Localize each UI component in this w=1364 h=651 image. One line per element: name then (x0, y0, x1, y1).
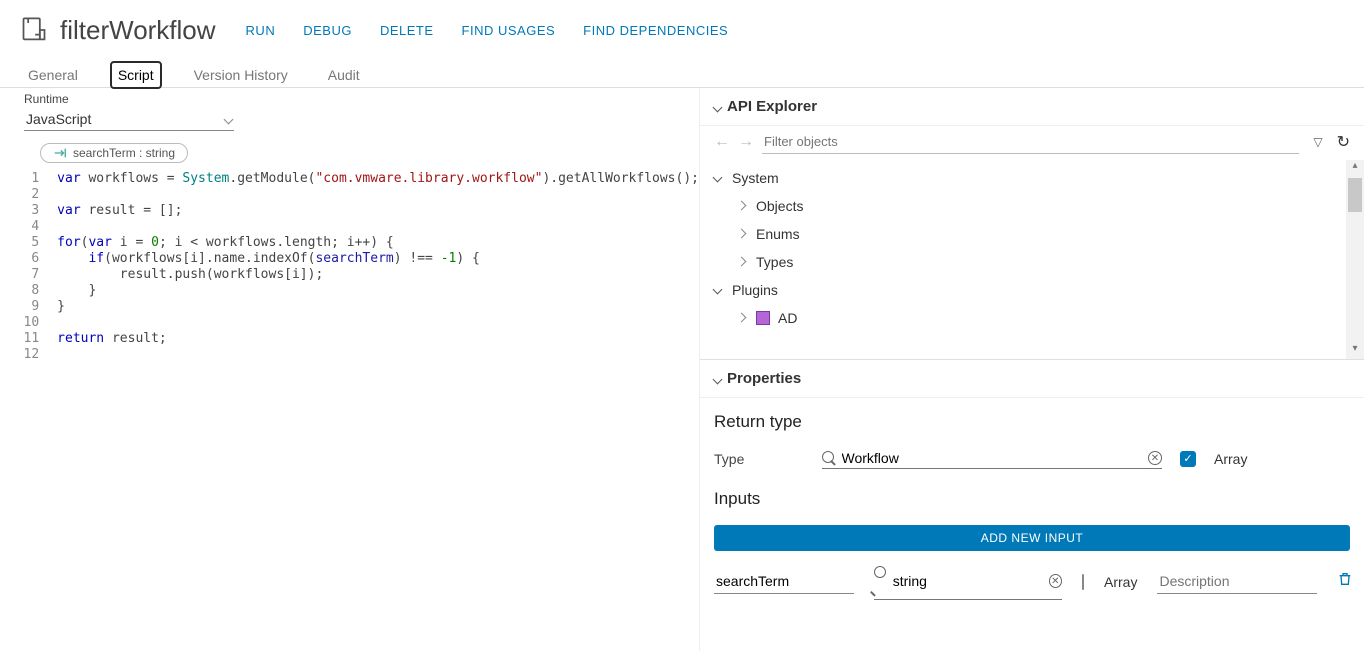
chevron-down-icon (714, 172, 724, 184)
tree-node-ad[interactable]: AD (738, 304, 1332, 332)
input-name-field[interactable] (714, 569, 854, 594)
chevron-down-icon (714, 370, 721, 387)
api-explorer-header[interactable]: API Explorer (700, 88, 1364, 126)
input-arrow-icon (53, 146, 67, 160)
api-tree: System Objects Enums Types Plugins AD (714, 164, 1332, 332)
delete-action[interactable]: DELETE (380, 23, 434, 38)
chevron-right-icon (738, 228, 748, 240)
properties-header[interactable]: Properties (700, 360, 1364, 398)
param-chip-searchterm[interactable]: searchTerm : string (40, 143, 188, 163)
nav-forward-icon: → (738, 133, 754, 151)
input-description-field[interactable] (1157, 569, 1317, 594)
find-usages-action[interactable]: FIND USAGES (462, 23, 556, 38)
action-bar: RUN DEBUG DELETE FIND USAGES FIND DEPEND… (246, 23, 729, 38)
plugin-icon (756, 311, 770, 325)
run-action[interactable]: RUN (246, 23, 276, 38)
chevron-right-icon (738, 200, 748, 212)
input-array-label: Array (1104, 574, 1137, 590)
return-type-field[interactable]: ✕ (822, 448, 1162, 469)
search-icon (874, 565, 887, 597)
scroll-thumb[interactable] (1348, 178, 1362, 212)
input-row: ✕ Array (700, 557, 1364, 606)
tab-general[interactable]: General (22, 63, 84, 87)
inputs-heading: Inputs (714, 489, 1350, 509)
line-gutter: 123456789101112 (0, 171, 51, 651)
chevron-right-icon (738, 312, 748, 324)
tree-node-enums[interactable]: Enums (738, 220, 1332, 248)
tab-audit[interactable]: Audit (322, 63, 366, 87)
runtime-select[interactable]: JavaScript (24, 108, 234, 131)
nav-back-icon: ← (714, 133, 730, 151)
input-type-field[interactable]: ✕ (874, 563, 1062, 600)
tab-version-history[interactable]: Version History (188, 63, 294, 87)
chevron-down-icon (714, 284, 724, 296)
input-array-checkbox[interactable] (1082, 574, 1084, 590)
tree-node-system[interactable]: System (714, 164, 1332, 192)
right-pane: API Explorer ← → ▽ ↻ System Objects Enum… (700, 88, 1364, 651)
return-type-input[interactable] (842, 450, 1143, 466)
param-chip-label: searchTerm : string (73, 146, 175, 160)
input-type-input[interactable] (893, 573, 1043, 589)
code-editor[interactable]: 123456789101112 var workflows = System.g… (0, 171, 699, 651)
runtime-label: Runtime (0, 88, 699, 106)
find-dependencies-action[interactable]: FIND DEPENDENCIES (583, 23, 728, 38)
scroll-down-icon[interactable]: ▾ (1346, 343, 1364, 359)
code-content[interactable]: var workflows = System.getModule("com.vm… (51, 171, 699, 651)
tree-node-plugins[interactable]: Plugins (714, 276, 1332, 304)
properties-title: Properties (727, 370, 801, 387)
type-label: Type (714, 451, 804, 467)
tabbar: General Script Version History Audit (0, 60, 1364, 88)
api-explorer-title: API Explorer (727, 98, 817, 115)
page-title: filterWorkflow (60, 15, 216, 46)
add-new-input-button[interactable]: ADD NEW INPUT (714, 525, 1350, 551)
clear-icon[interactable]: ✕ (1148, 451, 1162, 465)
return-array-checkbox[interactable] (1180, 451, 1196, 467)
debug-action[interactable]: DEBUG (303, 23, 352, 38)
filter-dropdown-icon[interactable]: ▽ (1313, 135, 1322, 149)
scrollbar[interactable]: ▴ ▾ (1346, 160, 1364, 359)
header: filterWorkflow RUN DEBUG DELETE FIND USA… (0, 0, 1364, 60)
chevron-down-icon (224, 114, 234, 124)
chevron-down-icon (714, 98, 721, 115)
search-icon (822, 450, 836, 466)
trash-icon[interactable] (1337, 571, 1353, 592)
chevron-right-icon (738, 256, 748, 268)
return-array-label: Array (1214, 451, 1247, 467)
scroll-up-icon[interactable]: ▴ (1346, 160, 1364, 176)
tree-node-types[interactable]: Types (738, 248, 1332, 276)
tab-script[interactable]: Script (112, 63, 160, 87)
tree-node-objects[interactable]: Objects (738, 192, 1332, 220)
runtime-value: JavaScript (26, 111, 91, 127)
return-type-heading: Return type (714, 412, 1350, 432)
refresh-icon[interactable]: ↻ (1337, 132, 1350, 152)
filter-objects-input[interactable] (762, 130, 1299, 154)
workflow-icon (20, 16, 48, 44)
clear-icon[interactable]: ✕ (1049, 574, 1062, 588)
left-pane: Runtime JavaScript searchTerm : string 1… (0, 88, 700, 651)
